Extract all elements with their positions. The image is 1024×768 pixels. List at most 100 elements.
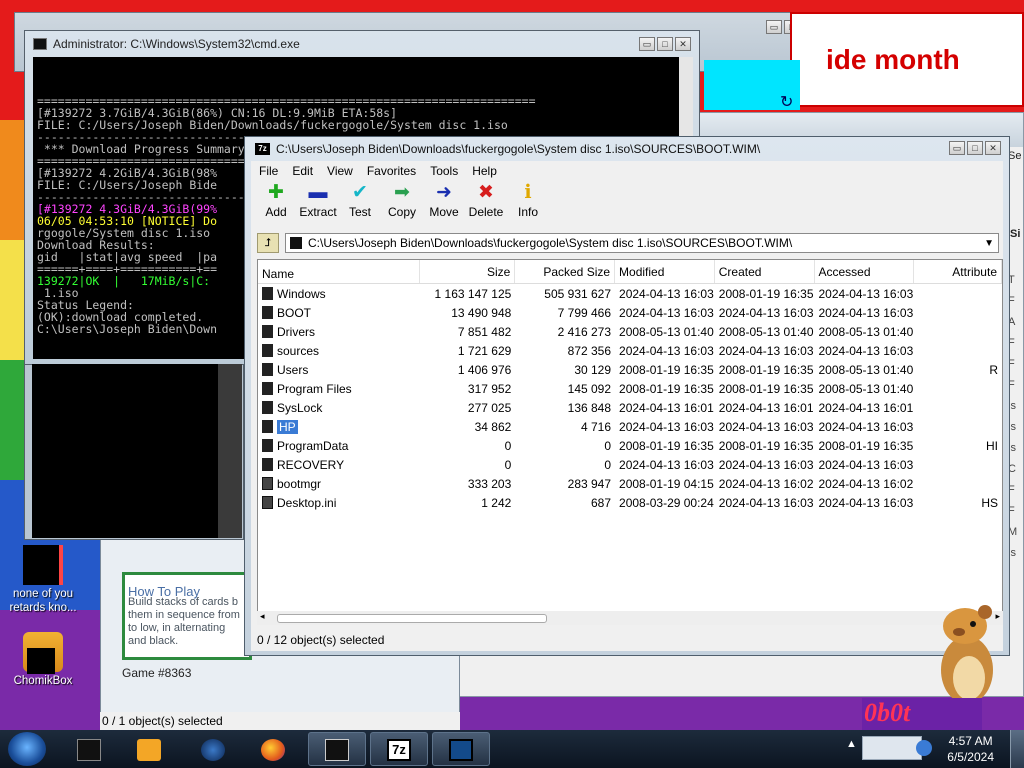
scroll-left-icon[interactable]: ◂: [260, 611, 265, 622]
move-button[interactable]: ➜ Move: [423, 181, 465, 227]
cell-created: 2024-04-13 16:03: [718, 495, 814, 510]
cell-attr: HS: [981, 495, 998, 510]
refresh-icon[interactable]: ↻: [780, 92, 793, 112]
cell-size: 7 851 482: [457, 324, 512, 339]
close-button[interactable]: ✕: [675, 37, 691, 51]
taskbar-7zip-button[interactable]: 7z: [370, 732, 428, 766]
cell-size: 13 490 948: [451, 305, 512, 320]
cell-name: sources: [258, 344, 420, 358]
folder-icon: [262, 306, 273, 319]
side-list-item: M: [1008, 526, 1018, 538]
file-name: Users: [277, 362, 309, 377]
cell-modified: 2008-03-29 00:24: [619, 495, 714, 510]
cell-created: 2008-01-19 16:35: [718, 438, 814, 453]
scrollbar-thumb[interactable]: [277, 614, 547, 623]
file-name: Windows: [277, 286, 326, 301]
column-header-size[interactable]: Size: [420, 260, 516, 283]
column-header-name[interactable]: Name: [258, 260, 420, 283]
taskbar-solitaire-button[interactable]: [432, 732, 490, 766]
menu-tools[interactable]: Tools: [430, 164, 458, 178]
column-header-accessed[interactable]: Accessed: [815, 260, 915, 283]
cell-modified: 2008-01-19 16:35: [619, 362, 714, 377]
column-header-attribute[interactable]: Attribute: [914, 260, 1002, 283]
table-row[interactable]: ProgramData 0 0 2008-01-19 16:35 2008-01-19 …: [258, 436, 1002, 455]
column-header-created[interactable]: Created: [715, 260, 815, 283]
tray-expand-icon[interactable]: ▲: [846, 738, 857, 750]
address-combobox[interactable]: C:\Users\Joseph Biden\Downloads\fuckergo…: [285, 233, 999, 253]
menu-edit[interactable]: Edit: [292, 164, 313, 178]
table-row[interactable]: Users 1 406 976 30 129 2008-01-19 16:35 2008…: [258, 360, 1002, 379]
column-header-modified[interactable]: Modified: [615, 260, 715, 283]
show-desktop-button[interactable]: [1010, 730, 1024, 768]
info-icon: ℹ: [524, 182, 532, 203]
table-row[interactable]: HP 34 862 4 716 2024-04-13 16:03 2024-04-13 …: [258, 417, 1002, 436]
cell-modified: 2024-04-13 16:03: [619, 286, 714, 301]
taskbar-notepad-button[interactable]: [308, 732, 366, 766]
start-button-icon[interactable]: [8, 732, 46, 766]
cell-packed: 872 356: [567, 343, 612, 358]
menu-favorites[interactable]: Favorites: [367, 164, 416, 178]
side-list-item: F: [1008, 295, 1015, 307]
cell-modified: 2024-04-13 16:03: [619, 457, 714, 472]
maximize-button[interactable]: □: [967, 141, 983, 155]
close-button[interactable]: ✕: [985, 141, 1001, 155]
sevenzip-title: C:\Users\Joseph Biden\Downloads\fuckergo…: [276, 142, 761, 156]
table-row[interactable]: Drivers 7 851 482 2 416 273 2008-05-13 01:4…: [258, 322, 1002, 341]
menu-file[interactable]: File: [259, 164, 278, 178]
cell-modified: 2008-01-19 16:35: [619, 438, 714, 453]
table-row[interactable]: RECOVERY 0 0 2024-04-13 16:03 2024-04-13 16:…: [258, 455, 1002, 474]
cell-created: 2008-05-13 01:40: [718, 324, 814, 339]
cell-size: 1 406 976: [457, 362, 512, 377]
table-row[interactable]: bootmgr 333 203 283 947 2008-01-19 04:15 202…: [258, 474, 1002, 493]
table-row[interactable]: sources 1 721 629 872 356 2024-04-13 16:03 2…: [258, 341, 1002, 360]
minimize-button[interactable]: ▭: [766, 20, 782, 34]
extract-button[interactable]: ▬ Extract: [297, 181, 339, 227]
folder-icon: [262, 458, 273, 471]
table-row[interactable]: Program Files 317 952 145 092 2008-01-19 16…: [258, 379, 1002, 398]
desktop-icon-chomikbox[interactable]: ChomikBox: [0, 632, 86, 688]
add-button[interactable]: ✚ Add: [255, 181, 297, 227]
cell-name: Windows: [258, 287, 420, 301]
cell-attr: R: [989, 362, 998, 377]
table-row[interactable]: BOOT 13 490 948 7 799 466 2024-04-13 16:03 2…: [258, 303, 1002, 322]
delete-button[interactable]: ✖ Delete: [465, 181, 507, 227]
horizontal-scrollbar[interactable]: ◂ ▸: [257, 611, 1003, 625]
menu-view[interactable]: View: [327, 164, 353, 178]
up-folder-button[interactable]: ⮥: [257, 233, 279, 253]
taskbar-globe-button[interactable]: [184, 732, 242, 766]
toolbar-label: Info: [517, 205, 538, 219]
table-row[interactable]: SysLock 277 025 136 848 2024-04-13 16:01 202…: [258, 398, 1002, 417]
clock-date: 6/5/2024: [947, 750, 994, 764]
taskbar-firefox-button[interactable]: [244, 732, 302, 766]
minimize-button[interactable]: ▭: [949, 141, 965, 155]
tray-popup-icon[interactable]: [862, 736, 922, 760]
test-button[interactable]: ✔ Test: [339, 181, 381, 227]
table-row[interactable]: Desktop.ini 1 242 687 2008-03-29 00:24 2024-…: [258, 493, 1002, 512]
side-list-item: is: [1008, 421, 1016, 433]
cell-size: 0: [504, 438, 512, 453]
cmd-title: Administrator: C:\Windows\System32\cmd.e…: [53, 37, 300, 51]
cmd-titlebar[interactable]: Administrator: C:\Windows\System32\cmd.e…: [33, 31, 693, 57]
desktop-icon-text-file[interactable]: none of you retards kno...: [0, 545, 86, 615]
dropdown-arrow-icon[interactable]: ▼: [984, 238, 994, 249]
cell-created: 2024-04-13 16:03: [718, 457, 814, 472]
cell-modified: 2024-04-13 16:03: [619, 419, 714, 434]
copy-button[interactable]: ➡ Copy: [381, 181, 423, 227]
file-name: bootmgr: [277, 476, 322, 491]
cell-packed: 687: [591, 495, 612, 510]
minimize-button[interactable]: ▭: [639, 37, 655, 51]
clock[interactable]: 4:57 AM 6/5/2024: [947, 733, 994, 765]
info-button[interactable]: ℹ Info: [507, 181, 549, 227]
maximize-button[interactable]: □: [657, 37, 673, 51]
taskbar-cmd-button[interactable]: [60, 732, 118, 766]
file-list-body: Windows 1 163 147 125 505 931 627 2024-04-1…: [258, 284, 1002, 512]
menu-help[interactable]: Help: [472, 164, 497, 178]
column-header-packed-size[interactable]: Packed Size: [515, 260, 616, 283]
check-icon: ✔: [352, 182, 368, 203]
folder-icon: [290, 237, 302, 249]
table-row[interactable]: Windows 1 163 147 125 505 931 627 2024-04-1…: [258, 284, 1002, 303]
cell-size: 34 862: [474, 419, 512, 434]
taskbar-media-button[interactable]: [120, 732, 178, 766]
sevenzip-titlebar[interactable]: 7z C:\Users\Joseph Biden\Downloads\fucke…: [245, 137, 1009, 161]
network-icon[interactable]: [916, 740, 932, 756]
